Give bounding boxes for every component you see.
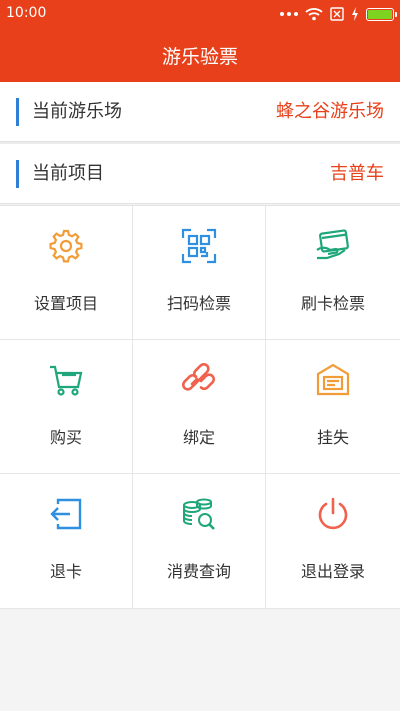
title-bar: 游乐验票	[0, 28, 400, 82]
current-project-row[interactable]: 当前项目 吉普车	[0, 144, 400, 204]
menu-label: 退出登录	[300, 562, 365, 581]
charging-icon	[352, 7, 358, 21]
menu-set-project-button[interactable]: 设置项目	[0, 206, 133, 340]
menu-label: 绑定	[182, 428, 215, 447]
power-icon	[315, 496, 351, 532]
current-project-label: 当前项目	[32, 163, 104, 184]
battery-icon	[366, 7, 397, 21]
function-grid: 设置项目 扫码检票 刷卡检票 购买 绑定 挂失 退卡 消费查询 退出登录	[0, 205, 400, 609]
page-title: 游乐验票	[161, 45, 238, 68]
menu-label: 刷卡检票	[300, 294, 365, 313]
menu-bind-button[interactable]: 绑定	[133, 340, 266, 474]
menu-card-swipe-button[interactable]: 刷卡检票	[266, 206, 400, 340]
no-sim-icon	[330, 7, 344, 21]
current-park-label: 当前游乐场	[32, 101, 122, 122]
cart-icon	[48, 362, 84, 398]
menu-label: 退卡	[49, 562, 82, 581]
menu-consumption-query-button[interactable]: 消费查询	[133, 474, 266, 609]
menu-label: 扫码检票	[166, 294, 231, 313]
current-park-value: 蜂之谷游乐场	[276, 101, 384, 122]
status-time: 10:00	[6, 5, 47, 21]
accent-bar	[16, 98, 19, 126]
report-loss-icon	[315, 362, 351, 398]
coins-search-icon	[181, 496, 217, 532]
menu-buy-button[interactable]: 购买	[0, 340, 133, 474]
menu-logout-button[interactable]: 退出登录	[266, 474, 400, 609]
menu-label: 挂失	[316, 428, 349, 447]
status-icons	[280, 6, 397, 22]
menu-label: 设置项目	[33, 294, 98, 313]
accent-bar	[16, 160, 19, 188]
card-swipe-icon	[315, 228, 351, 264]
menu-label: 消费查询	[166, 562, 231, 581]
current-project-value: 吉普车	[330, 163, 384, 184]
gear-icon	[48, 228, 84, 264]
menu-label: 购买	[49, 428, 82, 447]
menu-report-loss-button[interactable]: 挂失	[266, 340, 400, 474]
qr-scan-icon	[181, 228, 217, 264]
status-bar: 10:00	[0, 0, 400, 28]
menu-scan-qr-button[interactable]: 扫码检票	[133, 206, 266, 340]
menu-return-card-button[interactable]: 退卡	[0, 474, 133, 609]
current-park-row[interactable]: 当前游乐场 蜂之谷游乐场	[0, 82, 400, 142]
more-dots-icon	[280, 12, 298, 16]
return-card-icon	[48, 496, 84, 532]
wifi-icon	[305, 8, 323, 21]
link-icon	[181, 362, 217, 398]
